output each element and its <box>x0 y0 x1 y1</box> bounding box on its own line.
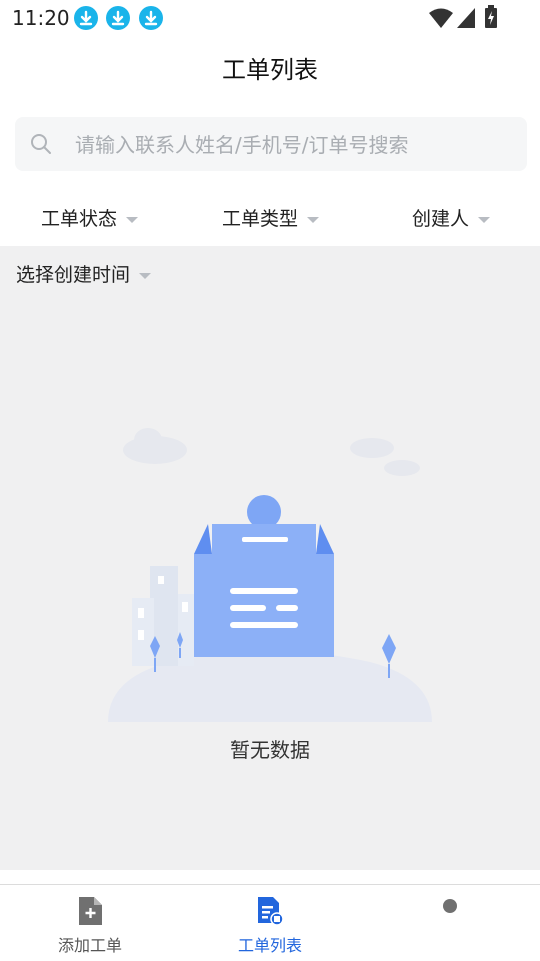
document-list-icon <box>258 897 284 926</box>
signal-icon <box>457 8 475 28</box>
nav-label-ticket-list: 工单列表 <box>237 936 302 955</box>
type-filter-label: 工单类型 <box>222 208 299 230</box>
chevron-down-icon <box>139 272 152 279</box>
download-icon <box>106 6 130 30</box>
download-icon <box>74 6 98 30</box>
wifi-icon <box>429 8 453 28</box>
creator-filter-dropdown[interactable]: 创建人 <box>412 204 491 231</box>
search-bar[interactable] <box>15 117 527 173</box>
status-filter-label: 工单状态 <box>41 208 118 230</box>
nav-item-add-ticket[interactable]: 添加工单 <box>0 885 180 961</box>
search-input[interactable] <box>73 117 517 173</box>
status-time: 11:20 <box>12 6 70 30</box>
profile-icon <box>443 899 457 913</box>
chevron-down-icon <box>478 216 491 223</box>
nav-label-add-ticket: 添加工单 <box>57 936 122 955</box>
creator-filter-label: 创建人 <box>412 208 470 230</box>
search-icon <box>31 134 51 154</box>
empty-state-illustration <box>108 428 432 722</box>
chevron-down-icon <box>126 216 139 223</box>
status-filter-dropdown[interactable]: 工单状态 <box>41 204 139 231</box>
status-bar: 11:20 <box>0 0 540 36</box>
chevron-down-icon <box>307 216 320 223</box>
type-filter-dropdown[interactable]: 工单类型 <box>222 204 320 231</box>
battery-charging-icon <box>485 5 497 28</box>
download-icon <box>139 6 163 30</box>
nav-item-ticket-list[interactable]: 工单列表 <box>180 885 360 961</box>
time-filter-dropdown[interactable]: 选择创建时间 <box>16 260 152 287</box>
empty-state-text: 暂无数据 <box>230 738 310 762</box>
nav-item-profile[interactable] <box>360 885 540 961</box>
list-content: 选择创建时间 暂无数据 <box>0 246 540 870</box>
bottom-nav: 添加工单 工单列表 <box>0 884 540 961</box>
filter-bar: 工单状态 工单类型 创建人 <box>0 190 540 242</box>
page-title: 工单列表 <box>222 56 318 84</box>
time-filter-label: 选择创建时间 <box>16 264 131 286</box>
add-document-icon <box>79 897 102 925</box>
